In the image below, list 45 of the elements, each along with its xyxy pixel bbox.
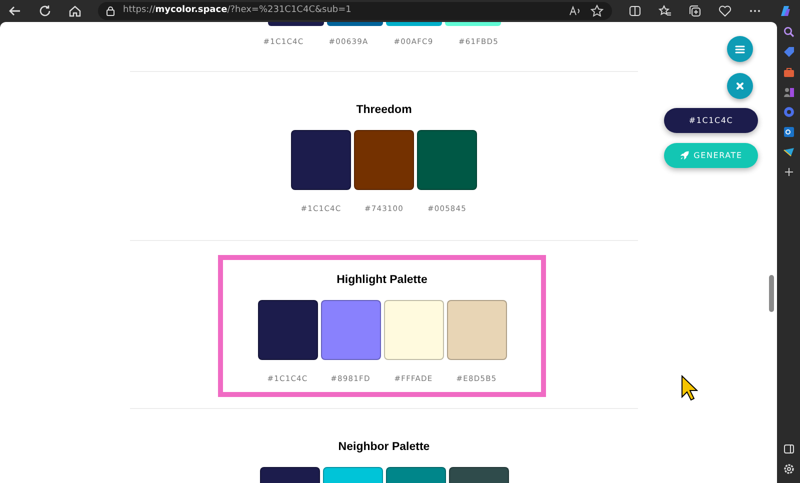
- color-swatch[interactable]: [444, 22, 500, 26]
- collections-icon[interactable]: [688, 4, 702, 18]
- color-swatch[interactable]: [326, 22, 382, 26]
- split-screen-icon[interactable]: [628, 4, 642, 18]
- star-icon[interactable]: [590, 4, 604, 18]
- scrollbar-thumb[interactable]: [769, 275, 774, 312]
- back-icon[interactable]: [8, 4, 22, 18]
- lock-icon: [106, 6, 115, 16]
- address-bar[interactable]: https://mycolor.space/?hex=%231C1C4C&sub=1: [98, 2, 612, 20]
- home-icon[interactable]: [68, 4, 82, 18]
- url-text: https://mycolor.space/?hex=%231C1C4C&sub=1: [123, 4, 352, 18]
- color-swatch[interactable]: [268, 22, 324, 26]
- people-icon[interactable]: [782, 86, 794, 98]
- close-button[interactable]: [727, 73, 753, 99]
- mail-icon[interactable]: [782, 126, 794, 138]
- color-swatch[interactable]: [291, 130, 351, 190]
- color-swatch[interactable]: [446, 300, 506, 360]
- circle-logo-icon[interactable]: [782, 106, 794, 118]
- color-code-button[interactable]: #1C1C4C: [664, 108, 758, 133]
- read-aloud-icon[interactable]: [568, 4, 582, 18]
- color-swatch[interactable]: [354, 130, 414, 190]
- favorites-icon[interactable]: [658, 4, 672, 18]
- refresh-icon[interactable]: [38, 4, 52, 18]
- color-swatch[interactable]: [320, 300, 380, 360]
- send-icon[interactable]: [782, 146, 794, 158]
- close-icon: [736, 82, 744, 90]
- toolbox-icon[interactable]: [782, 66, 794, 78]
- settings-icon[interactable]: [782, 463, 794, 475]
- sidebar-toggle-icon[interactable]: [782, 443, 794, 455]
- color-swatch[interactable]: [258, 300, 318, 360]
- search-icon[interactable]: [782, 26, 794, 38]
- color-swatch[interactable]: [417, 130, 477, 190]
- palette-title: Threedom: [355, 103, 413, 117]
- menu-icon: [735, 44, 745, 54]
- color-swatch[interactable]: [384, 300, 444, 360]
- add-icon[interactable]: [782, 166, 794, 178]
- tag-icon[interactable]: [782, 46, 794, 58]
- cursor-icon: [681, 375, 698, 401]
- rocket-icon: [680, 151, 689, 160]
- copilot-icon[interactable]: [778, 4, 792, 18]
- palette-title: Highlight Palette: [336, 273, 428, 287]
- color-swatch[interactable]: [386, 22, 442, 26]
- palette-title: Neighbor Palette: [337, 440, 431, 454]
- heart-icon[interactable]: [718, 4, 732, 18]
- menu-button[interactable]: [727, 36, 753, 62]
